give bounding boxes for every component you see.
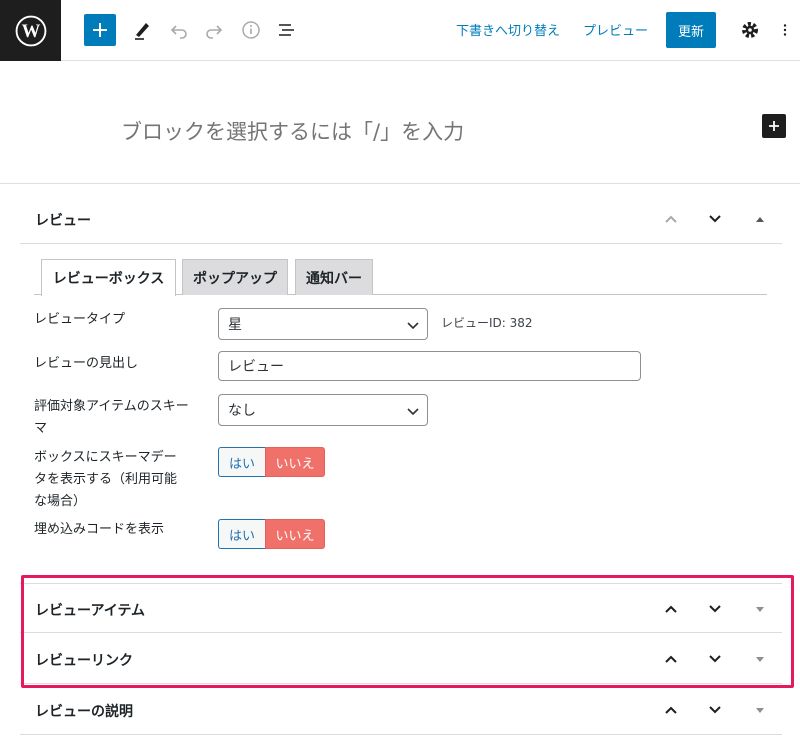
tools-button[interactable]	[128, 14, 156, 46]
show-schema-no-button[interactable]: いいえ	[265, 447, 325, 477]
chevron-up-icon	[665, 706, 677, 714]
schema-select[interactable]: なし	[218, 394, 428, 426]
svg-text:W: W	[21, 20, 40, 41]
block-placeholder[interactable]: ブロックを選択するには「/」を入力	[121, 116, 464, 146]
plus-icon	[93, 23, 107, 37]
review-panel-title: レビュー	[35, 213, 91, 229]
review-type-value: 星	[228, 317, 242, 333]
pencil-icon	[135, 23, 149, 40]
show-embed-yes-button[interactable]: はい	[218, 519, 265, 549]
heading-input[interactable]: レビュー	[218, 351, 641, 381]
more-vertical-icon	[783, 24, 787, 36]
list-view-icon	[279, 24, 294, 36]
redo-button[interactable]	[200, 14, 228, 46]
redo-icon	[206, 25, 223, 39]
triangle-up-icon	[756, 217, 764, 222]
preview-link[interactable]: プレビュー	[583, 20, 648, 39]
schema-value: なし	[228, 403, 256, 419]
show-schema-label: ボックスにスキーマデータを表示する（利用可能な場合）	[34, 450, 178, 509]
show-embed-label: 埋め込みコードを表示	[34, 522, 165, 537]
highlight-annotation-box	[21, 575, 794, 688]
tab-notification-bar[interactable]: 通知バー	[295, 259, 373, 295]
review-type-select[interactable]: 星	[218, 308, 428, 340]
review-description-panel-header[interactable]: レビューの説明	[20, 685, 782, 735]
update-button[interactable]: 更新	[666, 12, 716, 48]
show-embed-toggle: はい いいえ	[218, 519, 325, 549]
move-down-button[interactable]	[703, 207, 727, 231]
chevron-down-icon	[407, 408, 419, 416]
undo-button[interactable]	[165, 14, 193, 46]
show-schema-yes-button[interactable]: はい	[218, 447, 265, 477]
add-block-button[interactable]	[84, 14, 116, 46]
chevron-up-icon	[665, 215, 677, 223]
options-button[interactable]	[776, 14, 794, 46]
tab-review-box[interactable]: レビューボックス	[41, 259, 176, 296]
toggle-panel-button[interactable]	[748, 207, 772, 231]
editor-toolbar: W 下書きへ切り替え プレビュー 更新	[0, 0, 800, 61]
details-button[interactable]	[237, 14, 265, 46]
info-icon	[242, 21, 260, 39]
show-schema-toggle: はい いいえ	[218, 447, 325, 477]
chevron-down-icon	[407, 322, 419, 330]
review-panel-header[interactable]: レビュー	[20, 194, 782, 244]
switch-to-draft-link[interactable]: 下書きへ切り替え	[456, 20, 560, 39]
schema-label: 評価対象アイテムのスキーマ	[34, 399, 189, 436]
move-up-button[interactable]	[659, 207, 683, 231]
heading-label: レビューの見出し	[34, 356, 139, 371]
move-up-button[interactable]	[659, 698, 683, 722]
wordpress-logo-icon[interactable]: W	[0, 0, 61, 61]
move-down-button[interactable]	[703, 698, 727, 722]
editor-divider	[0, 183, 800, 184]
review-id: レビューID: 382	[441, 316, 533, 330]
settings-button[interactable]	[738, 14, 762, 46]
gear-icon	[742, 22, 758, 38]
chevron-down-icon	[709, 706, 721, 714]
block-inserter-button[interactable]	[762, 114, 786, 138]
tab-popup[interactable]: ポップアップ	[182, 259, 288, 295]
list-view-button[interactable]	[273, 14, 301, 46]
show-embed-no-button[interactable]: いいえ	[265, 519, 325, 549]
chevron-down-icon	[709, 215, 721, 223]
triangle-down-icon	[756, 708, 764, 713]
review-description-panel-title: レビューの説明	[35, 704, 133, 720]
toggle-panel-button[interactable]	[748, 698, 772, 722]
review-type-label: レビュータイプ	[34, 312, 126, 327]
plus-icon	[769, 121, 779, 131]
undo-icon	[170, 25, 187, 39]
